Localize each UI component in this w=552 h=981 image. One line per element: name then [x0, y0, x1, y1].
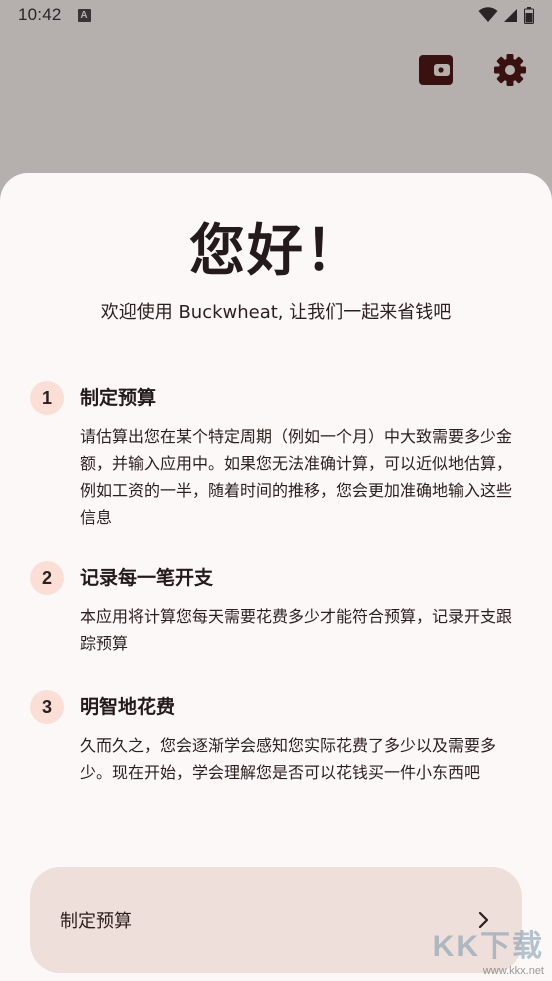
- gear-icon: [494, 54, 526, 86]
- step-title: 明智地花费: [80, 696, 176, 718]
- step-item: 1 制定预算 请估算出您在某个特定周期（例如一个月）中大致需要多少金额，并输入应…: [30, 381, 520, 531]
- step-number-badge: 2: [30, 561, 64, 595]
- watermark-logo: KK下载: [432, 930, 544, 963]
- step-number-badge: 1: [30, 381, 64, 415]
- watermark-url: www.kkx.net: [482, 965, 544, 977]
- step-description: 本应用将计算您每天需要花费多少才能符合预算，记录开支跟踪预算: [80, 607, 513, 653]
- status-time: 10:42: [18, 5, 62, 24]
- step-item: 2 记录每一笔开支 本应用将计算您每天需要花费多少才能符合预算，记录开支跟踪预算: [30, 561, 520, 657]
- page-title: 您好！: [189, 219, 363, 284]
- step-title: 制定预算: [80, 387, 157, 409]
- status-left: 10:42 A: [18, 5, 91, 25]
- set-budget-label: 制定预算: [60, 911, 132, 932]
- wifi-icon: [478, 7, 498, 22]
- steps-list: 1 制定预算 请估算出您在某个特定周期（例如一个月）中大致需要多少金额，并输入应…: [30, 381, 520, 786]
- status-bar: 10:42 A: [0, 0, 552, 30]
- wallet-button[interactable]: [416, 50, 456, 90]
- status-icons: [478, 6, 534, 24]
- signal-icon: [504, 8, 517, 22]
- step-description: 请估算出您在某个特定周期（例如一个月）中大致需要多少金额，并输入应用中。如果您无…: [80, 427, 513, 527]
- battery-icon: [524, 6, 534, 24]
- welcome-sheet: 您好！ 欢迎使用 Buckwheat, 让我们一起来省钱吧 1 制定预算 请估算…: [0, 173, 552, 981]
- step-title: 记录每一笔开支: [80, 567, 214, 589]
- top-actions: [416, 50, 530, 90]
- a-badge-icon: A: [77, 8, 91, 22]
- watermark: KK下载 www.kkx.net: [433, 921, 544, 977]
- settings-button[interactable]: [490, 50, 530, 90]
- step-number-badge: 3: [30, 690, 64, 724]
- wallet-icon: [419, 55, 453, 85]
- step-description: 久而久之，您会逐渐学会感知您实际花费了多少以及需要多少。现在开始，学会理解您是否…: [80, 736, 497, 782]
- step-item: 3 明智地花费 久而久之，您会逐渐学会感知您实际花费了多少以及需要多少。现在开始…: [30, 690, 520, 786]
- page-subtitle: 欢迎使用 Buckwheat, 让我们一起来省钱吧: [100, 302, 452, 323]
